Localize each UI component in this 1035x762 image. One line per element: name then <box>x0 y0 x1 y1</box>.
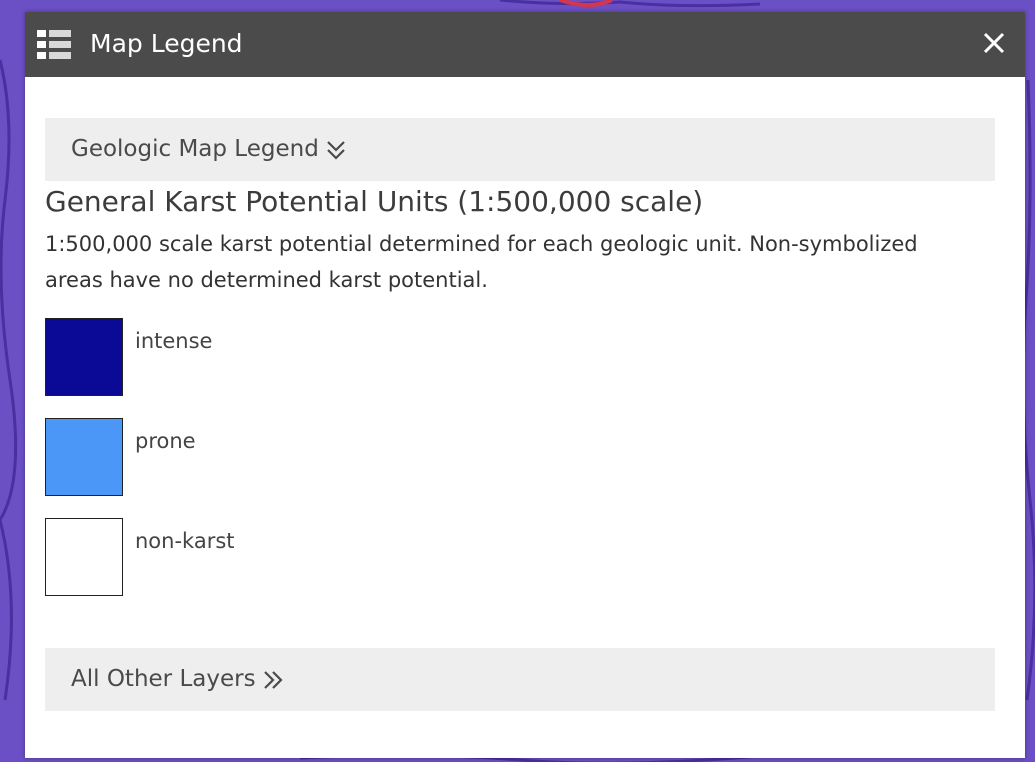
panel-title: Map Legend <box>90 29 243 58</box>
legend-swatch <box>45 318 123 396</box>
layer-title: General Karst Potential Units (1:500,000… <box>45 185 704 218</box>
section-all-other-layers[interactable]: All Other Layers <box>45 648 995 711</box>
list-icon <box>37 30 71 59</box>
map-legend-panel: Map Legend Geologic Map Legend General K… <box>25 12 1025 758</box>
chevron-double-right-icon <box>263 670 283 689</box>
section-label: Geologic Map Legend <box>71 134 347 164</box>
panel-titlebar[interactable]: Map Legend <box>25 12 1025 77</box>
chevron-double-down-icon <box>327 140 345 160</box>
close-icon[interactable] <box>979 28 1009 58</box>
legend-item-non-karst: non-karst <box>45 518 445 598</box>
legend-swatch <box>45 518 123 596</box>
layer-description: 1:500,000 scale karst potential determin… <box>45 232 918 292</box>
legend-item-intense: intense <box>45 318 445 398</box>
legend-label: intense <box>135 329 213 353</box>
legend-label: prone <box>135 429 196 453</box>
legend-item-prone: prone <box>45 418 445 498</box>
legend-label: non-karst <box>135 529 235 553</box>
section-geologic-map-legend[interactable]: Geologic Map Legend <box>45 118 995 181</box>
legend-swatch <box>45 418 123 496</box>
section-label: All Other Layers <box>71 664 284 694</box>
